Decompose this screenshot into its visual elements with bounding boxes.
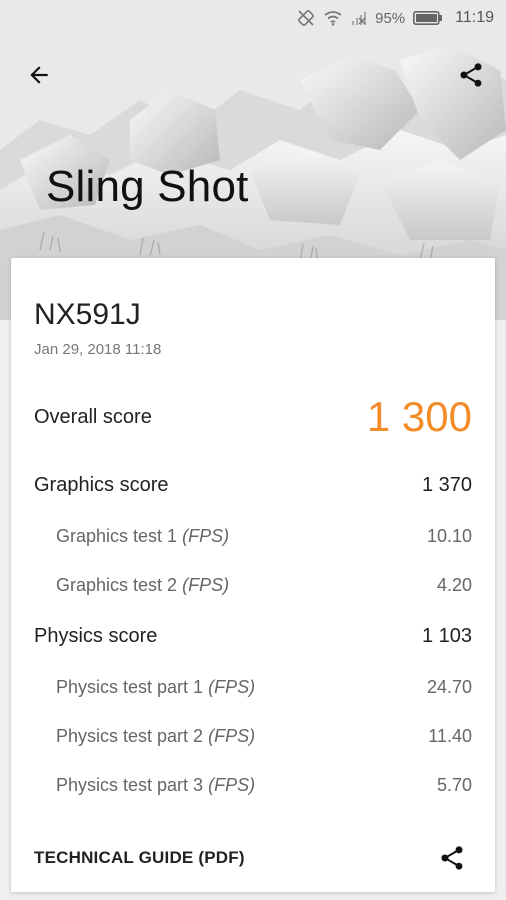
status-bar: 95% 11:19 [0,0,506,36]
overall-score-row: Overall score 1 300 [11,393,495,440]
physics-test-3-row: Physics test part 3 (FPS) 5.70 [11,765,495,805]
share-button[interactable] [454,58,488,92]
graphics-test-2-value: 4.20 [436,574,472,595]
share-icon [460,63,482,87]
battery-percent: 95% [375,9,406,27]
device-name: NX591J [34,298,141,331]
signal-off-icon [351,10,367,26]
graphics-score-label: Graphics score [34,473,169,496]
share-icon [441,846,463,870]
physics-test-3-label: Physics test part 3 (FPS) [56,774,256,795]
screen: 95% 11:19 Sling Shot NX591J Jan 29, 2018… [0,0,506,900]
battery-icon [413,11,443,25]
graphics-test-1-label: Graphics test 1 (FPS) [56,525,230,546]
footer-share-button[interactable] [435,841,469,875]
card-footer: TECHNICAL GUIDE (PDF) [11,834,495,882]
physics-score-row: Physics score 1 103 [11,616,495,656]
back-button[interactable] [22,58,56,92]
unit-label: (FPS) [182,525,230,546]
overall-score-value: 1 300 [366,393,472,440]
overall-score-label: Overall score [34,405,152,428]
result-date: Jan 29, 2018 11:18 [34,341,162,358]
status-time: 11:19 [455,9,494,26]
physics-test-1-row: Physics test part 1 (FPS) 24.70 [11,667,495,707]
physics-test-2-label: Physics test part 2 (FPS) [56,725,256,746]
physics-test-1-value: 24.70 [426,676,472,697]
physics-score-value: 1 103 [421,624,472,647]
physics-test-1-label: Physics test part 1 (FPS) [56,676,256,697]
unit-label: (FPS) [208,725,256,746]
unit-label: (FPS) [208,774,256,795]
page-title: Sling Shot [46,162,249,211]
physics-test-2-row: Physics test part 2 (FPS) 11.40 [11,716,495,756]
graphics-score-row: Graphics score 1 370 [11,465,495,505]
graphics-test-2-label: Graphics test 2 (FPS) [56,574,230,595]
result-card: NX591J Jan 29, 2018 11:18 Overall score … [11,258,495,892]
physics-test-3-value: 5.70 [436,774,472,795]
unit-label: (FPS) [208,676,256,697]
arrow-back-icon [30,66,48,84]
graphics-test-1-row: Graphics test 1 (FPS) 10.10 [11,516,495,556]
unit-label: (FPS) [182,574,230,595]
graphics-test-1-value: 10.10 [426,525,472,546]
graphics-score-value: 1 370 [421,473,472,496]
technical-guide-link[interactable]: TECHNICAL GUIDE (PDF) [34,848,245,868]
screen-rotation-off-icon [297,9,315,27]
wifi-icon [323,10,343,26]
physics-test-2-value: 11.40 [428,725,472,746]
graphics-test-2-row: Graphics test 2 (FPS) 4.20 [11,565,495,605]
physics-score-label: Physics score [34,624,158,647]
